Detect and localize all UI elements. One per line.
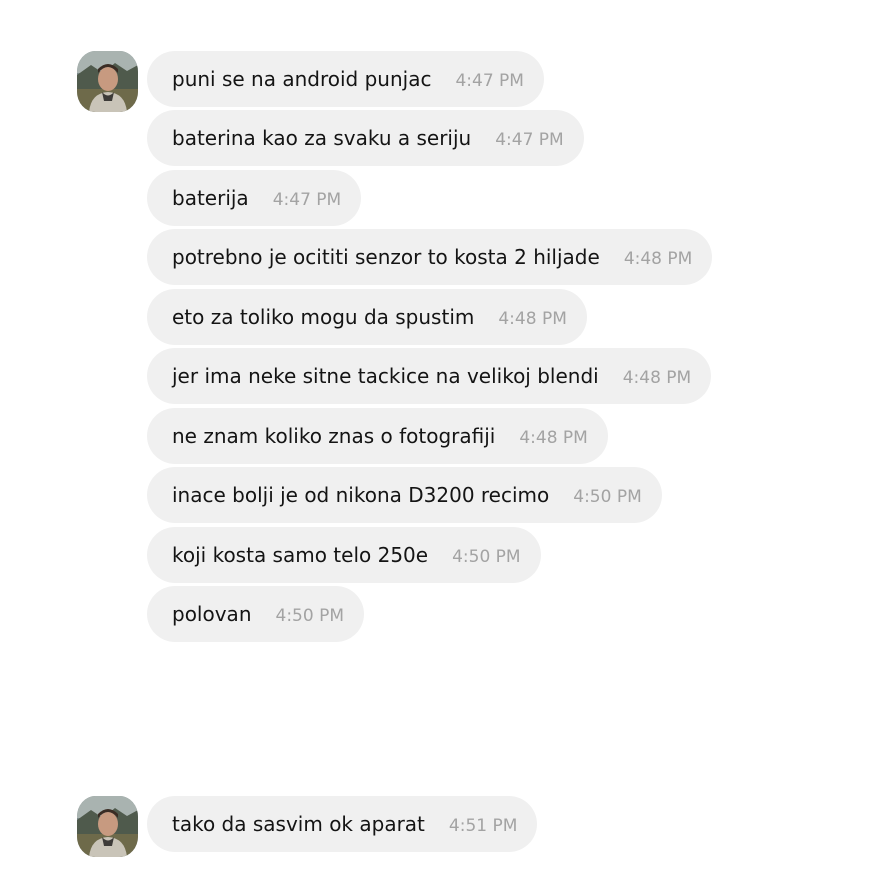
message-text: eto za toliko mogu da spustim [172, 305, 475, 329]
message-bubble[interactable]: tako da sasvim ok aparat 4:51 PM [147, 796, 538, 852]
message-bubble[interactable]: baterina kao za svaku a seriju 4:47 PM [147, 110, 584, 166]
message-bubble[interactable]: polovan 4:50 PM [147, 586, 364, 642]
message-timestamp: 4:50 PM [452, 547, 521, 567]
sender-avatar[interactable] [77, 51, 138, 112]
message-timestamp: 4:48 PM [498, 309, 567, 329]
message-timestamp: 4:48 PM [623, 249, 693, 269]
message-timestamp: 4:50 PM [573, 487, 642, 507]
message-text: jer ima neke sitne tackice na velikoj bl… [172, 364, 599, 388]
message-text: potrebno je ocititi senzor to kosta 2 hi… [172, 245, 600, 269]
message-timestamp: 4:47 PM [272, 190, 342, 210]
message-timestamp: 4:50 PM [275, 606, 345, 626]
message-bubble[interactable]: potrebno je ocititi senzor to kosta 2 hi… [147, 229, 713, 285]
message-text: baterija [172, 186, 249, 210]
message-bubble[interactable]: koji kosta samo telo 250e 4:50 PM [147, 527, 541, 583]
message-timestamp: 4:47 PM [495, 130, 564, 150]
message-text: tako da sasvim ok aparat [172, 812, 425, 836]
message-timestamp: 4:51 PM [448, 816, 518, 836]
message-text: polovan [172, 602, 252, 626]
message-bubble[interactable]: ne znam koliko znas o fotografiji 4:48 P… [147, 408, 608, 464]
message-text: ne znam koliko znas o fotografiji [172, 424, 496, 448]
avatar-photo [77, 796, 138, 857]
sender-avatar[interactable] [77, 796, 138, 857]
message-text: koji kosta samo telo 250e [172, 543, 429, 567]
message-text: baterina kao za svaku a seriju [172, 126, 472, 150]
message-text: inace bolji je od nikona D3200 recimo [172, 483, 550, 507]
message-timestamp: 4:48 PM [519, 428, 588, 448]
message-bubble[interactable]: inace bolji je od nikona D3200 recimo 4:… [147, 467, 662, 523]
message-timestamp: 4:48 PM [622, 368, 692, 388]
message-bubble[interactable]: puni se na android punjac 4:47 PM [147, 51, 544, 107]
message-text: puni se na android punjac [172, 67, 432, 91]
avatar-photo [77, 51, 138, 112]
message-timestamp: 4:47 PM [455, 71, 524, 91]
message-bubble[interactable]: baterija 4:47 PM [147, 170, 362, 226]
message-bubble[interactable]: eto za toliko mogu da spustim 4:48 PM [147, 289, 587, 345]
message-bubble[interactable]: jer ima neke sitne tackice na velikoj bl… [147, 348, 712, 404]
